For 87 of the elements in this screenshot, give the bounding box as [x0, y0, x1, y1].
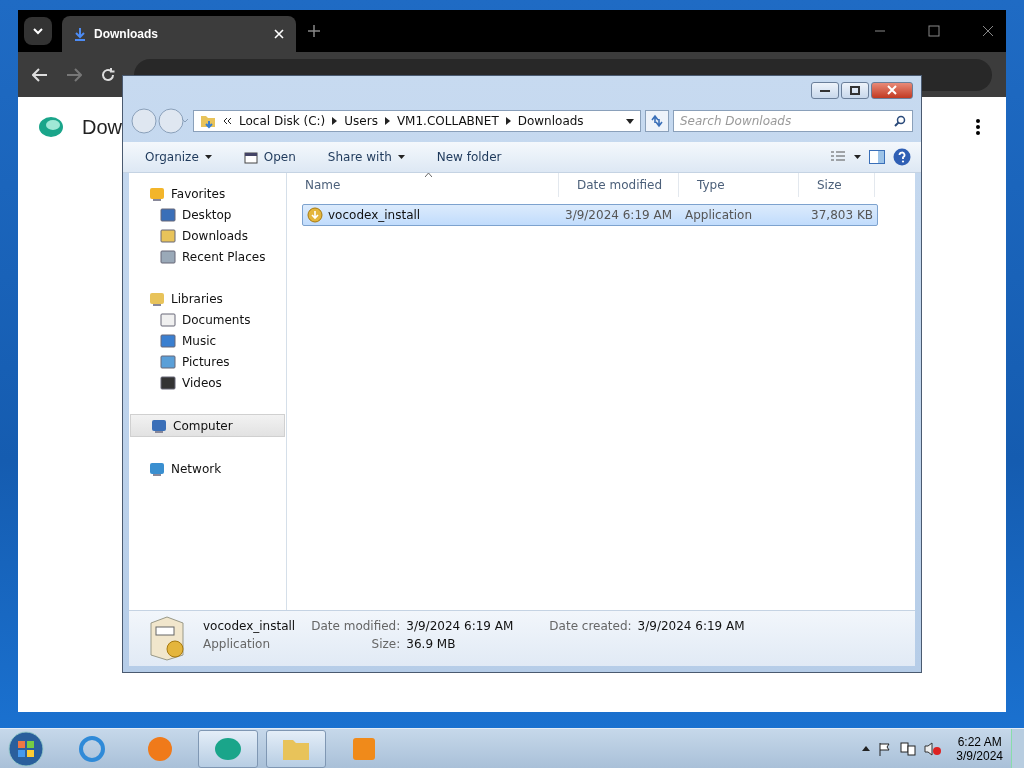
new-tab-icon[interactable]: [308, 25, 320, 37]
clock-date: 3/9/2024: [956, 748, 1003, 763]
forward-icon[interactable]: [66, 67, 82, 82]
arrow-icon: [505, 117, 511, 125]
table-cell-text: 37,803 KB: [810, 208, 874, 222]
file-row[interactable]: vocodex_install 3/9/2024 6:19 AM Application 37,803 KB: [302, 204, 878, 226]
breadcrumb-item[interactable]: Local Disk (C:): [239, 114, 326, 128]
file-type: Application: [203, 637, 272, 651]
toolbar-button[interactable]: New folder: [430, 147, 508, 167]
nav-item[interactable]: Favorites: [129, 183, 286, 204]
window-icon: [243, 150, 258, 164]
browser-tab[interactable]: Downloads: [62, 16, 296, 52]
breadcrumb-item[interactable]: Users: [344, 114, 378, 128]
installer-icon: [307, 207, 323, 223]
detail-value: 36.9 MB: [406, 637, 457, 651]
flag-icon[interactable]: [878, 741, 893, 756]
arrow-icon: [332, 117, 338, 125]
refresh-icon: [650, 114, 664, 128]
nav-item[interactable]: Documents: [129, 309, 286, 330]
toolbar-button[interactable]: Open: [237, 147, 302, 167]
detail-label: Date modified:: [311, 619, 401, 633]
nav-item[interactable]: Libraries: [129, 288, 286, 309]
start-button[interactable]: [8, 730, 44, 767]
detail-label: Size:: [370, 637, 401, 651]
search-icon: [894, 115, 906, 127]
file-name: vocodex_install: [328, 208, 421, 222]
breadcrumb-item[interactable]: Downloads: [517, 114, 584, 128]
clock[interactable]: 6:22 AM 3/9/2024: [956, 734, 1003, 763]
page-title: Dow: [82, 115, 122, 139]
column-header[interactable]: Date modified: [559, 173, 679, 197]
nav-item[interactable]: Videos: [129, 372, 286, 393]
column-header[interactable]: Type: [679, 173, 799, 197]
nav-item[interactable]: Recent Places: [129, 246, 286, 267]
show-hidden-icons[interactable]: [862, 746, 871, 751]
nav-item[interactable]: Desktop: [129, 204, 286, 225]
nav-item[interactable]: Network: [129, 458, 286, 479]
preview-pane-icon[interactable]: [869, 150, 885, 164]
help-icon[interactable]: [893, 148, 911, 166]
nav-item[interactable]: Downloads: [129, 225, 286, 246]
restore-icon: [850, 85, 860, 95]
caret-icon: [397, 155, 405, 159]
installer-box-icon: [147, 615, 187, 661]
search-field[interactable]: Search Downloads: [673, 110, 913, 132]
computer-icon: [151, 417, 167, 434]
close-button[interactable]: [871, 81, 913, 99]
toolbar-button[interactable]: Share with: [321, 147, 411, 167]
view-options-icon[interactable]: [831, 151, 861, 163]
taskbar-app[interactable]: [198, 729, 258, 768]
taskbar-app[interactable]: [266, 729, 326, 768]
restore-button[interactable]: [841, 81, 869, 99]
tab-search-button[interactable]: [24, 17, 52, 45]
caret-icon: [204, 155, 212, 159]
dropdown-icon[interactable]: [626, 118, 634, 124]
nav-item[interactable]: Music: [129, 330, 286, 351]
more-icon[interactable]: [976, 119, 980, 135]
refresh-button[interactable]: [645, 110, 669, 132]
detail-value: 3/9/2024 6:19 AM: [406, 619, 514, 633]
download-icon: [74, 27, 86, 41]
minimize-button[interactable]: [811, 81, 839, 99]
maximize-icon[interactable]: [928, 25, 940, 37]
column-header[interactable]: Name: [287, 173, 559, 197]
back-icon[interactable]: [32, 67, 48, 82]
detail-label: Date created:: [549, 619, 632, 633]
table-cell-text: 3/9/2024 6:19 AM: [564, 208, 674, 222]
detail-value: 3/9/2024 6:19 AM: [637, 619, 745, 633]
nav-item[interactable]: Computer: [130, 414, 285, 437]
desktop-icon: [160, 206, 176, 223]
folder-icon: [200, 113, 216, 129]
breadcrumb-item[interactable]: VM1.COLLABNET: [396, 114, 499, 128]
clock-time: 6:22 AM: [957, 734, 1002, 749]
folder-icon: [160, 227, 176, 244]
chevron-down-icon: [32, 27, 44, 35]
minimize-icon: [820, 88, 830, 92]
file-name: vocodex_install: [203, 619, 296, 633]
toolbar-button[interactable]: Organize: [139, 147, 218, 167]
close-icon[interactable]: [982, 25, 994, 37]
muted-speaker-icon[interactable]: [924, 741, 943, 756]
table-cell-text: Application: [684, 208, 754, 222]
address-bar[interactable]: Local Disk (C:) Users VM1.COLLABNET Downloads: [193, 110, 641, 132]
chevron-icon: [223, 117, 232, 125]
reload-icon[interactable]: [100, 66, 116, 83]
column-header[interactable]: Size: [799, 173, 875, 197]
tab-title: Downloads: [94, 27, 159, 41]
close-icon: [886, 85, 898, 95]
app-logo-icon: [38, 115, 64, 139]
nav-item[interactable]: Pictures: [129, 351, 286, 372]
arrow-icon: [384, 117, 390, 125]
